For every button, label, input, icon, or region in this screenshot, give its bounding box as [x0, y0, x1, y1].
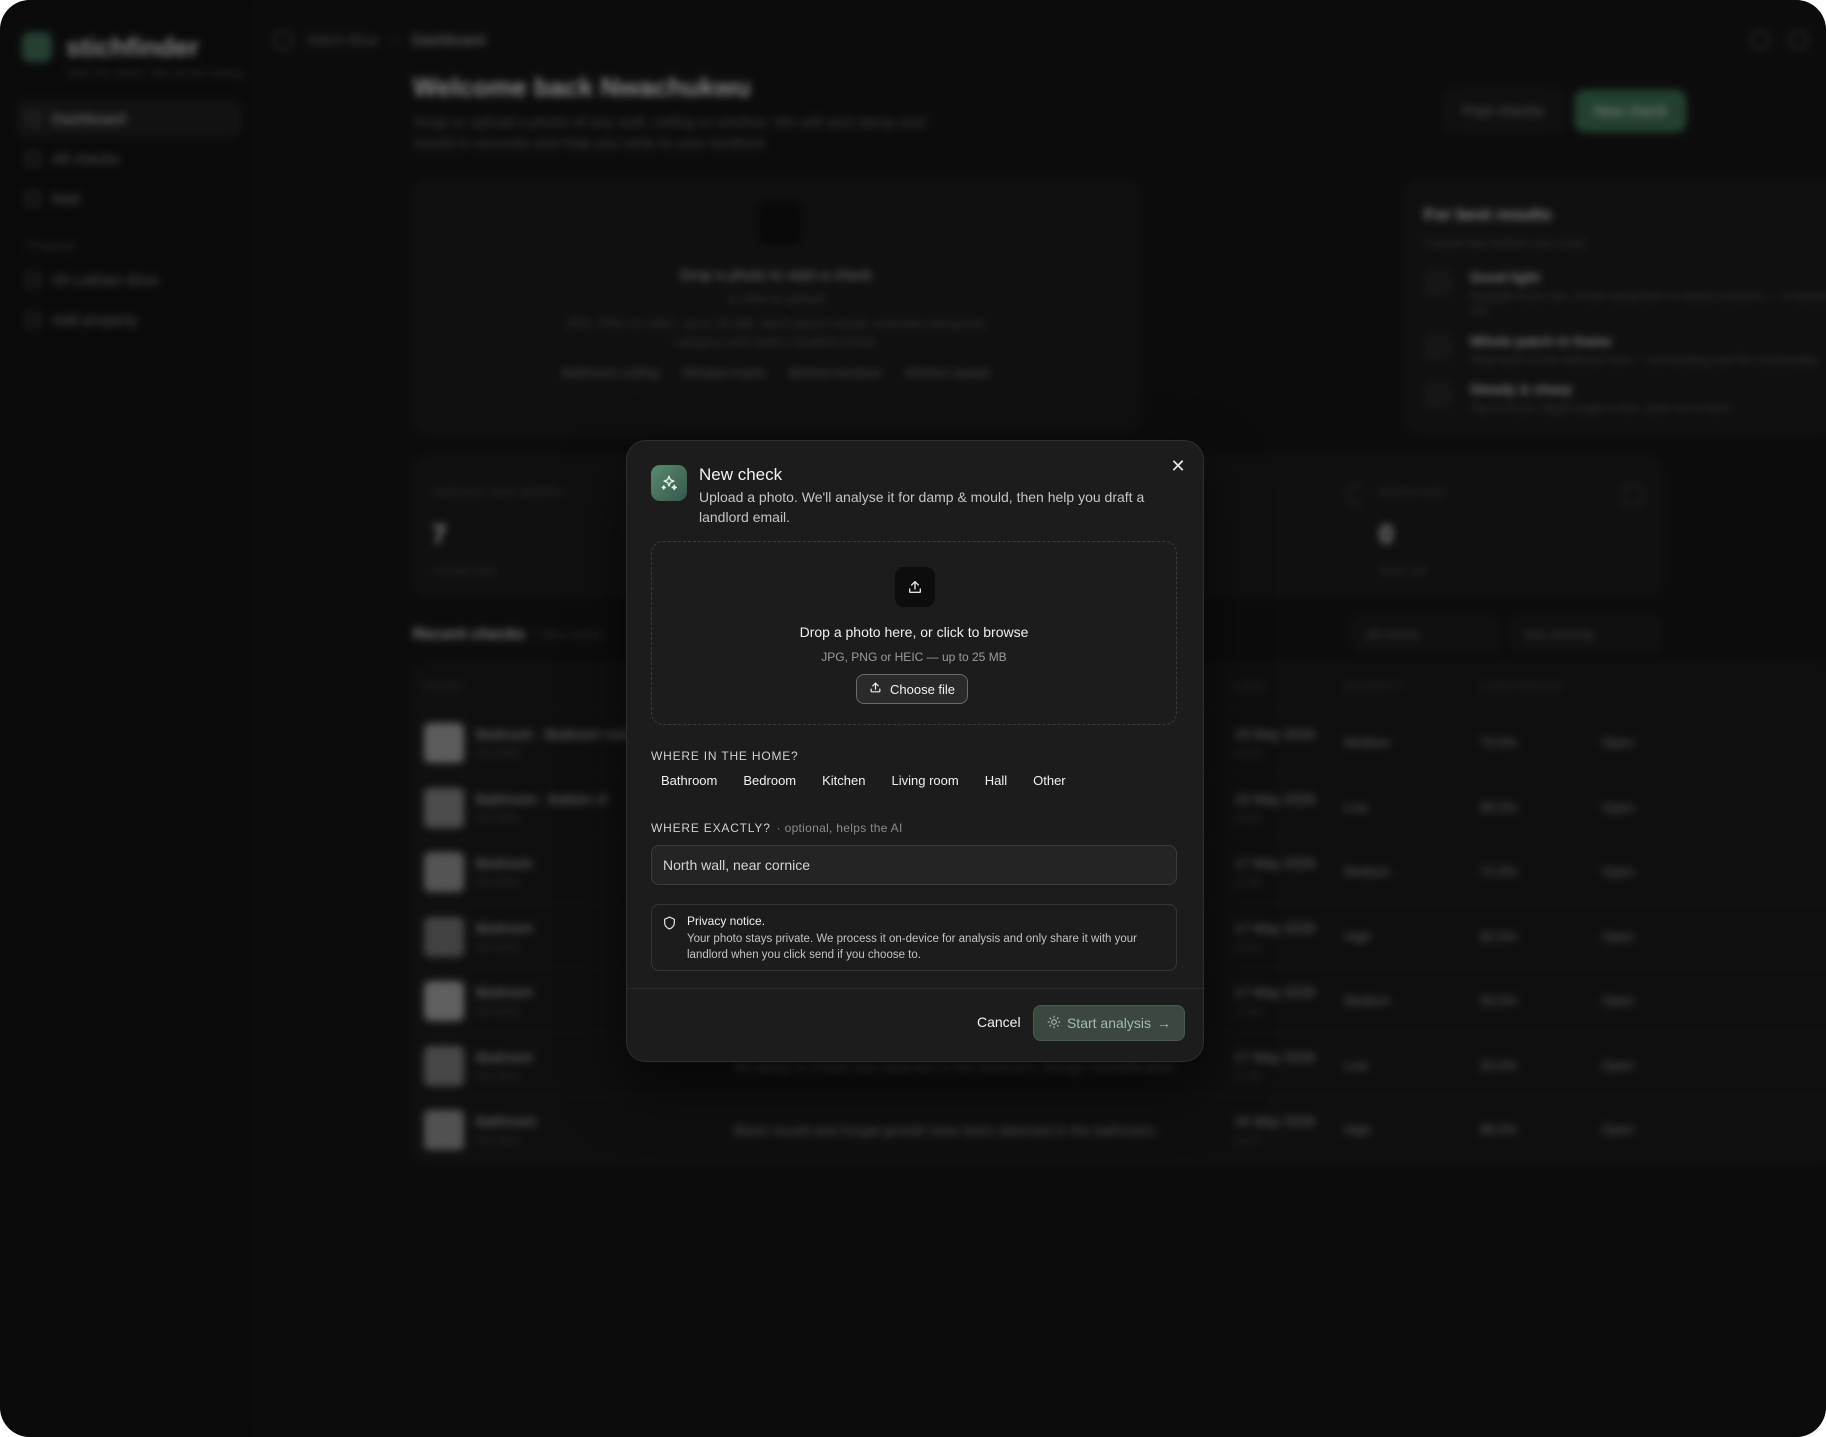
location-label-hint: · optional, helps the AI: [776, 821, 903, 835]
choose-file-button[interactable]: Choose file: [856, 674, 969, 704]
dropzone-subtitle: JPG, PNG or HEIC — up to 25 MB: [821, 650, 1007, 664]
cancel-button[interactable]: Cancel: [965, 1004, 1033, 1040]
app-window: stichfinder Take the photo. We do the wr…: [0, 0, 1826, 1437]
shield-icon: [663, 916, 676, 935]
room-chip-living-room[interactable]: Living room: [882, 769, 969, 792]
dialog-title: New check: [699, 465, 783, 484]
privacy-body: Your photo stays private. We process it …: [687, 933, 1138, 961]
new-check-dialog: ✕ New check Upload a photo. We'll analys…: [626, 440, 1204, 1062]
start-analysis-button[interactable]: Start analysis →: [1033, 1005, 1185, 1041]
dropzone-title: Drop a photo here, or click to browse: [799, 624, 1029, 640]
room-chip-group: Bathroom Bedroom Kitchen Living room Hal…: [651, 769, 1076, 792]
upload-icon: [895, 567, 935, 607]
sparkle-icon: [651, 465, 687, 501]
room-chip-bathroom[interactable]: Bathroom: [651, 769, 727, 792]
close-icon[interactable]: ✕: [1165, 453, 1191, 479]
room-chip-hall[interactable]: Hall: [975, 769, 1017, 792]
dialog-footer-divider: [627, 988, 1203, 989]
location-input[interactable]: [651, 845, 1177, 885]
privacy-notice: Privacy notice. Your photo stays private…: [651, 904, 1177, 971]
room-chip-kitchen[interactable]: Kitchen: [812, 769, 875, 792]
location-section-label: WHERE EXACTLY? · optional, helps the AI: [651, 821, 903, 835]
location-label-text: WHERE EXACTLY?: [651, 821, 771, 835]
dialog-description: Upload a photo. We'll analyse it for dam…: [699, 489, 1145, 525]
upload-icon: [869, 681, 882, 697]
arrow-right-icon: →: [1157, 1015, 1172, 1031]
sun-icon: [1047, 1015, 1061, 1032]
start-analysis-label: Start analysis: [1066, 1015, 1152, 1031]
room-section-label: WHERE IN THE HOME?: [651, 749, 799, 763]
choose-file-label: Choose file: [890, 681, 956, 697]
photo-dropzone[interactable]: Drop a photo here, or click to browse JP…: [651, 541, 1177, 725]
room-chip-other[interactable]: Other: [1023, 769, 1076, 792]
room-chip-bedroom[interactable]: Bedroom: [733, 769, 806, 792]
privacy-title: Privacy notice.: [687, 914, 766, 928]
